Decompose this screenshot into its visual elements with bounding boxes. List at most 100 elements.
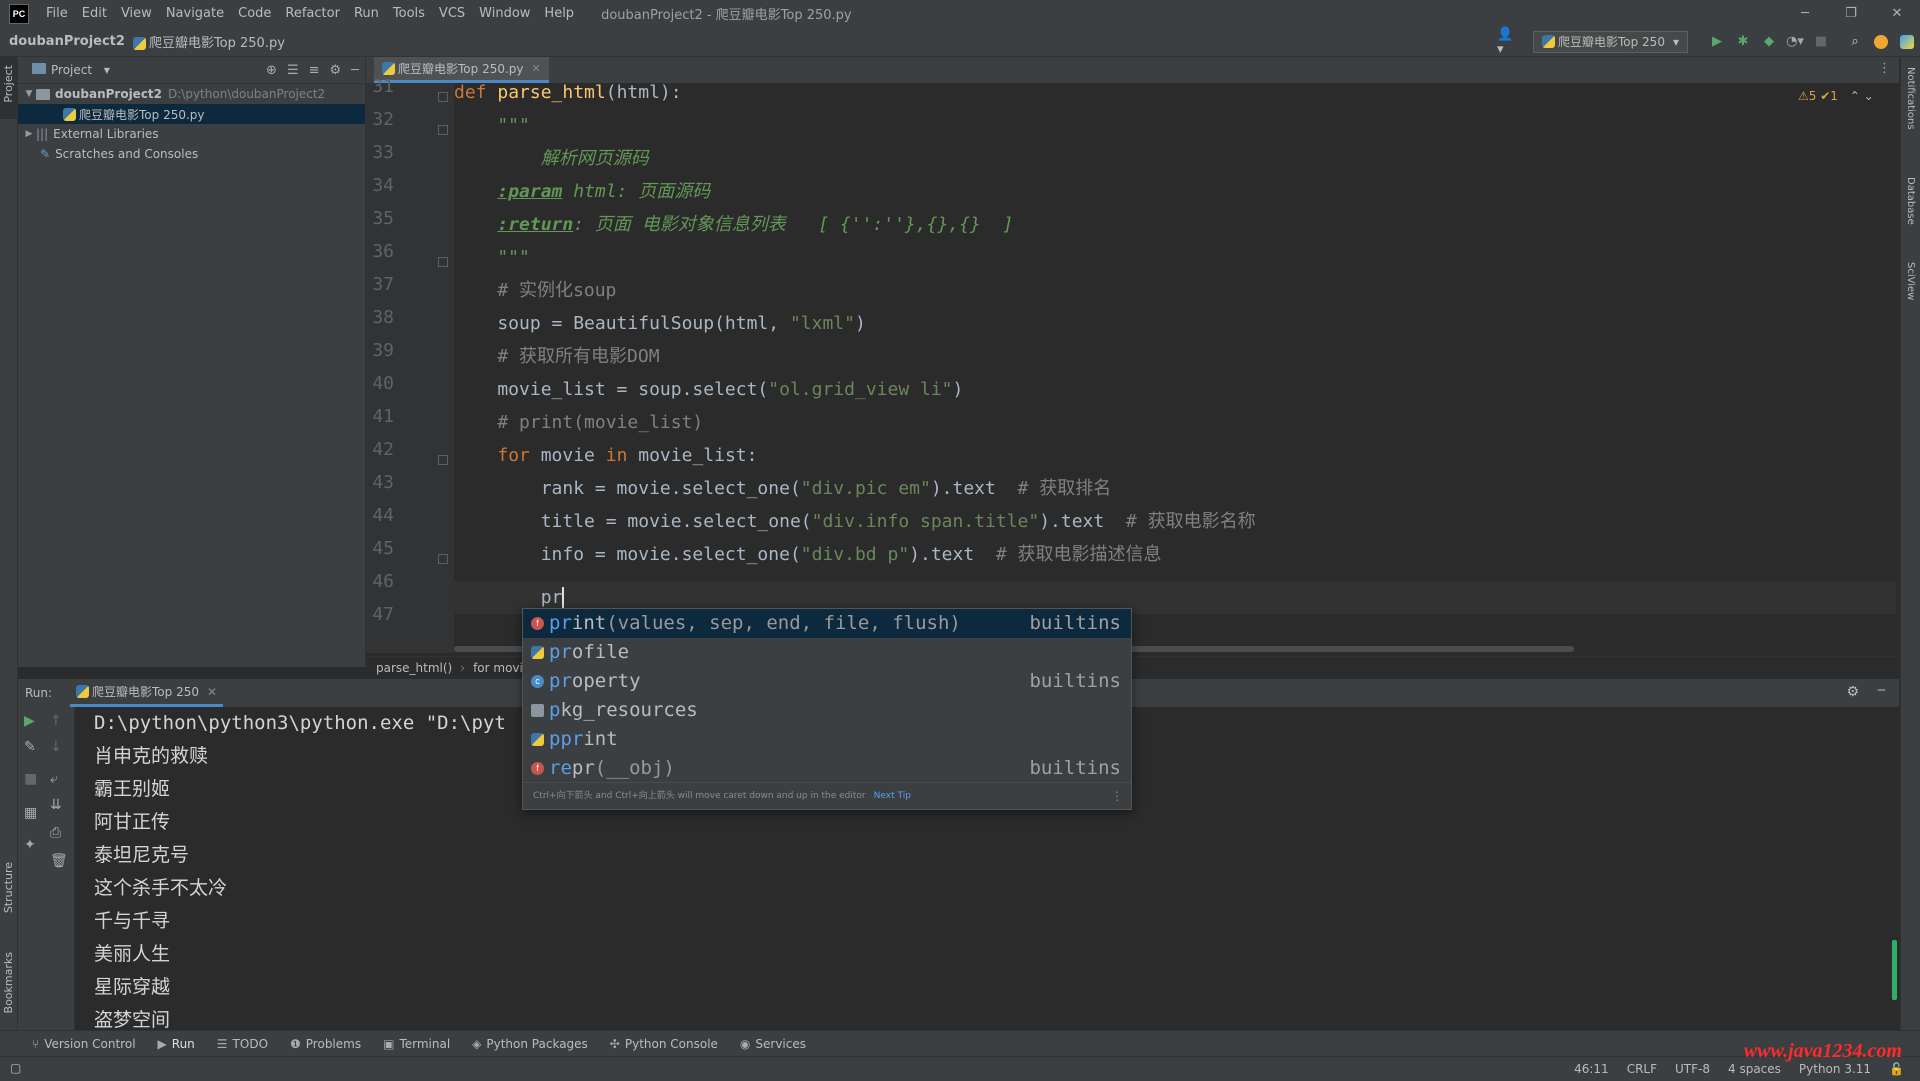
gear-icon[interactable]: ⚙ bbox=[330, 63, 342, 78]
pin-icon[interactable]: ✦ bbox=[24, 837, 36, 853]
menu-tools[interactable]: Tools bbox=[386, 6, 432, 21]
restore-button[interactable]: ❐ bbox=[1828, 0, 1874, 27]
completion-item-repr[interactable]: f repr(__obj) builtins bbox=[523, 754, 1131, 783]
locate-icon[interactable]: ⊕ bbox=[266, 63, 277, 78]
tool-terminal[interactable]: ▣ Terminal bbox=[383, 1037, 450, 1051]
trash-icon[interactable]: 🗑 bbox=[50, 853, 68, 869]
more-icon[interactable]: ⋮ bbox=[1111, 783, 1123, 809]
menu-view[interactable]: View bbox=[114, 6, 159, 21]
menu-help[interactable]: Help bbox=[537, 6, 581, 21]
profile-icon[interactable]: ◔▾ bbox=[1784, 31, 1806, 53]
chevron-right-icon[interactable]: ▶ bbox=[22, 129, 36, 139]
python-file-icon bbox=[1541, 35, 1555, 48]
project-view-select[interactable]: Project ▾ bbox=[32, 63, 110, 77]
code-editor[interactable]: def parse_html(html): """ 解析网页源码 :param … bbox=[454, 83, 1896, 653]
file-encoding[interactable]: UTF-8 bbox=[1675, 1062, 1710, 1076]
structure-tool-button[interactable]: Structure bbox=[2, 862, 15, 913]
layout-icon[interactable]: ▦ bbox=[24, 805, 37, 821]
indent-setting[interactable]: 4 spaces bbox=[1728, 1062, 1781, 1076]
tool-services[interactable]: ◉ Services bbox=[740, 1037, 806, 1051]
lock-icon[interactable]: 🔓 bbox=[1889, 1062, 1904, 1076]
expand-all-icon[interactable]: ☰ bbox=[287, 63, 299, 78]
console-scrollbar[interactable] bbox=[1892, 940, 1897, 1000]
fold-marker-icon[interactable] bbox=[438, 257, 448, 267]
project-tool-button[interactable]: Project bbox=[2, 65, 15, 103]
tool-python-console[interactable]: ✣ Python Console bbox=[610, 1037, 718, 1051]
tree-item-scratches[interactable]: ✎ Scratches and Consoles bbox=[18, 144, 365, 164]
toggle-tool-windows-icon[interactable]: ▢ bbox=[10, 1061, 21, 1075]
next-tip-link[interactable]: Next Tip bbox=[874, 791, 911, 801]
hide-icon[interactable]: ─ bbox=[1878, 683, 1885, 697]
more-icon[interactable]: ⋮ bbox=[1878, 61, 1891, 76]
tool-python-packages[interactable]: ◈ Python Packages bbox=[472, 1037, 588, 1051]
notifications-tool-button[interactable]: Notifications bbox=[1905, 67, 1916, 130]
menu-edit[interactable]: Edit bbox=[75, 6, 114, 21]
status-bar: ▢ 46:11 CRLF UTF-8 4 spaces Python 3.11 … bbox=[0, 1056, 1920, 1081]
breadcrumb-project[interactable]: doubanProject2 bbox=[9, 34, 125, 49]
inspection-widget[interactable]: ⚠5 ✔1 ⌃ ⌄ bbox=[1798, 89, 1874, 103]
wrench-icon[interactable]: ✎ bbox=[24, 739, 36, 755]
close-tab-icon[interactable]: ✕ bbox=[207, 685, 217, 699]
interpreter[interactable]: Python 3.11 bbox=[1799, 1062, 1871, 1076]
tree-item-external-libraries[interactable]: ▶ ||| External Libraries bbox=[18, 124, 365, 144]
coverage-icon[interactable]: ◆ bbox=[1758, 31, 1780, 53]
jetbrains-icon[interactable] bbox=[1896, 31, 1918, 53]
fold-marker-icon[interactable] bbox=[438, 125, 448, 135]
tree-item-file[interactable]: 爬豆瓣电影Top 250.py bbox=[18, 104, 365, 124]
close-button[interactable]: ✕ bbox=[1874, 0, 1920, 27]
completion-item-print[interactable]: f print(values, sep, end, file, flush) b… bbox=[523, 609, 1131, 638]
stop-icon[interactable]: ■ bbox=[1810, 31, 1832, 53]
completion-item-pprint[interactable]: pprint bbox=[523, 725, 1131, 754]
run-tab[interactable]: 爬豆瓣电影Top 250 ✕ bbox=[70, 679, 224, 707]
packages-icon: ◈ bbox=[472, 1037, 482, 1051]
minimize-button[interactable]: ─ bbox=[1782, 0, 1828, 27]
collapse-all-icon[interactable]: ≡ bbox=[309, 63, 320, 78]
editor-tab[interactable]: 爬豆瓣电影Top 250.py ✕ bbox=[374, 57, 549, 83]
arrow-down-icon[interactable]: ↓ bbox=[50, 739, 62, 755]
arrow-up-icon[interactable]: ↑ bbox=[50, 713, 62, 729]
sciview-tool-button[interactable]: SciView bbox=[1905, 262, 1916, 300]
debug-icon[interactable]: ✱ bbox=[1732, 31, 1754, 53]
menu-file[interactable]: File bbox=[39, 6, 75, 21]
menu-navigate[interactable]: Navigate bbox=[159, 6, 231, 21]
fold-marker-icon[interactable] bbox=[438, 554, 448, 564]
menu-vcs[interactable]: VCS bbox=[432, 6, 472, 21]
close-tab-icon[interactable]: ✕ bbox=[532, 62, 541, 75]
breadcrumb-file[interactable]: 爬豆瓣电影Top 250.py bbox=[132, 32, 285, 51]
database-tool-button[interactable]: Database bbox=[1905, 177, 1916, 225]
menu-window[interactable]: Window bbox=[472, 6, 537, 21]
tool-problems[interactable]: ❶ Problems bbox=[290, 1037, 361, 1051]
print-icon[interactable]: ⎙ bbox=[50, 825, 61, 841]
fold-marker-icon[interactable] bbox=[438, 92, 448, 102]
run-config-select[interactable]: 爬豆瓣电影Top 250 ▾ bbox=[1532, 30, 1688, 53]
chevron-down-icon[interactable]: ▼ bbox=[22, 89, 36, 99]
tree-item-project-root[interactable]: ▼ doubanProject2 D:\python\doubanProject… bbox=[18, 84, 365, 104]
fold-marker-icon[interactable] bbox=[438, 455, 448, 465]
line-number: 44 bbox=[372, 505, 394, 526]
stop-icon[interactable]: ■ bbox=[24, 771, 37, 787]
gear-icon[interactable]: ⚙ bbox=[1846, 684, 1859, 700]
run-icon[interactable]: ▶ bbox=[1706, 31, 1728, 53]
rerun-icon[interactable]: ▶ bbox=[24, 713, 35, 729]
tool-todo[interactable]: ☰ TODO bbox=[217, 1037, 268, 1051]
update-icon[interactable] bbox=[1870, 31, 1892, 53]
completion-item-profile[interactable]: profile bbox=[523, 638, 1131, 667]
search-icon[interactable]: ⌕ bbox=[1844, 31, 1866, 53]
user-icon[interactable]: 👤▾ bbox=[1497, 27, 1519, 57]
tool-run[interactable]: ▶ Run bbox=[158, 1037, 195, 1051]
soft-wrap-icon[interactable]: ⤶ bbox=[50, 771, 58, 787]
completion-item-property[interactable]: c property builtins bbox=[523, 667, 1131, 696]
menu-code[interactable]: Code bbox=[231, 6, 278, 21]
bookmarks-tool-button[interactable]: Bookmarks bbox=[2, 952, 15, 1013]
tool-version-control[interactable]: ⑂ Version Control bbox=[32, 1037, 136, 1051]
scroll-to-end-icon[interactable]: ⇊ bbox=[50, 797, 62, 813]
completion-item-pkg-resources[interactable]: pkg_resources bbox=[523, 696, 1131, 725]
line-separator[interactable]: CRLF bbox=[1627, 1062, 1657, 1076]
menu-run[interactable]: Run bbox=[347, 6, 386, 21]
line-number: 46 bbox=[372, 571, 394, 592]
caret-position[interactable]: 46:11 bbox=[1574, 1062, 1609, 1076]
hide-icon[interactable]: ─ bbox=[351, 63, 359, 78]
crumb-for[interactable]: for movi bbox=[473, 661, 523, 675]
menu-refactor[interactable]: Refactor bbox=[278, 6, 347, 21]
crumb-function[interactable]: parse_html() bbox=[376, 661, 452, 675]
